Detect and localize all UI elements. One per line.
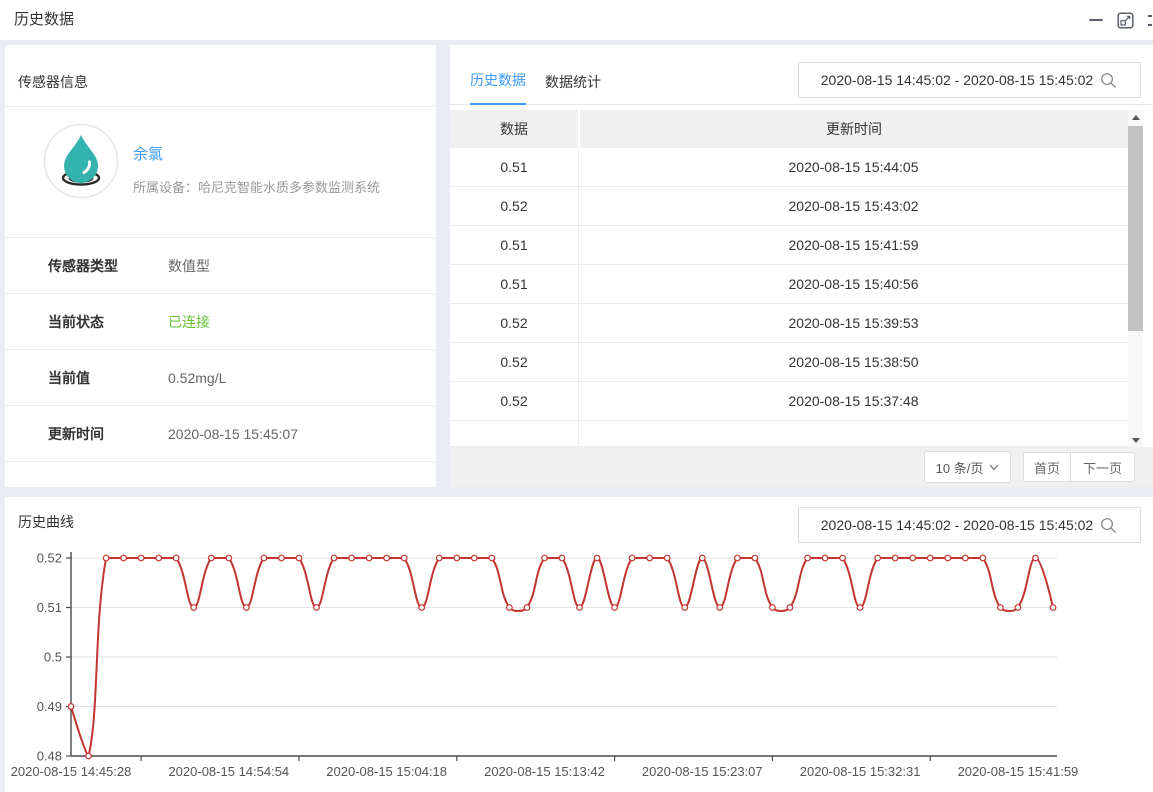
cell-data: 0.52: [450, 343, 579, 381]
history-data-panel: 历史数据 数据统计 2020-08-15 14:45:02 - 2020-08-…: [450, 45, 1153, 487]
svg-text:2020-08-15 15:04:18: 2020-08-15 15:04:18: [326, 764, 447, 779]
info-value: 2020-08-15 15:45:07: [168, 426, 298, 442]
sensor-profile: 余氯 所属设备：哈尼克智能水质多参数监测系统: [5, 107, 436, 238]
history-curve-chart[interactable]: 0.52 0.51 0.5 0.49 0.482020-08-15 14:45:28 20…: [5, 545, 1153, 792]
window-icon-partial[interactable]: [1148, 12, 1153, 29]
svg-text:0.48: 0.48: [37, 749, 62, 764]
tab-bar: 历史数据 数据统计 2020-08-15 14:45:02 - 2020-08-…: [450, 45, 1153, 105]
cell-time: 2020-08-15 15:40:56: [579, 265, 1128, 303]
history-table-body: 0.512020-08-15 15:44:050.522020-08-15 15…: [450, 148, 1153, 421]
window-title: 历史数据: [14, 0, 74, 40]
scrollbar-thumb[interactable]: [1128, 126, 1143, 331]
info-label: 传感器类型: [5, 256, 168, 276]
date-range-input[interactable]: 2020-08-15 14:45:02 - 2020-08-15 15:45:0…: [798, 507, 1141, 543]
cell-data: 0.52: [450, 187, 579, 225]
table-row[interactable]: 0.522020-08-15 15:38:50: [450, 343, 1128, 382]
cell-data: 0.51: [450, 148, 579, 186]
panel-title: 历史曲线: [18, 512, 74, 532]
window-controls: [1089, 0, 1153, 40]
cell-time: 2020-08-15 15:41:59: [579, 226, 1128, 264]
table-row[interactable]: 0.512020-08-15 15:44:05: [450, 148, 1128, 187]
cell-data: 0.52: [450, 304, 579, 342]
cell-time: 2020-08-15 15:44:05: [579, 148, 1128, 186]
svg-text:0.51: 0.51: [37, 600, 62, 615]
table-row[interactable]: 0.522020-08-15 15:37:48: [450, 382, 1128, 421]
info-label: 更新时间: [5, 424, 168, 444]
column-header-time: 更新时间: [580, 110, 1128, 148]
cell-time: 2020-08-15 15:38:50: [579, 343, 1128, 381]
pagination-buttons: 首页 下一页: [1023, 452, 1135, 482]
table-scrollbar[interactable]: [1128, 110, 1143, 447]
search-icon[interactable]: [1099, 71, 1118, 90]
cell-data: 0.51: [450, 265, 579, 303]
sensor-updated-row: 更新时间 2020-08-15 15:45:07: [5, 406, 436, 462]
minimize-icon[interactable]: [1089, 19, 1103, 21]
search-icon[interactable]: [1099, 516, 1118, 535]
date-range-value: 2020-08-15 14:45:02 - 2020-08-15 15:45:0…: [821, 72, 1093, 88]
cell-time: 2020-08-15 15:37:48: [579, 382, 1128, 420]
window-titlebar: 历史数据: [0, 0, 1153, 40]
history-curve-panel: 历史曲线 2020-08-15 14:45:02 - 2020-08-15 15…: [5, 497, 1153, 792]
svg-text:2020-08-15 15:23:07: 2020-08-15 15:23:07: [642, 764, 763, 779]
svg-text:0.5: 0.5: [44, 650, 62, 665]
column-header-data: 数据: [450, 110, 580, 148]
status-badge: 已连接: [168, 312, 210, 332]
date-range-value: 2020-08-15 14:45:02 - 2020-08-15 15:45:0…: [821, 517, 1093, 533]
table-row[interactable]: 0.522020-08-15 15:43:02: [450, 187, 1128, 226]
svg-text:2020-08-15 14:54:54: 2020-08-15 14:54:54: [168, 764, 289, 779]
svg-text:2020-08-15 15:13:42: 2020-08-15 15:13:42: [484, 764, 605, 779]
svg-text:0.49: 0.49: [37, 699, 62, 714]
svg-text:2020-08-15 14:45:28: 2020-08-15 14:45:28: [11, 764, 132, 779]
scroll-down-icon[interactable]: [1128, 433, 1143, 447]
panel-title: 传感器信息: [5, 45, 436, 107]
table-row[interactable]: 0.512020-08-15 15:41:59: [450, 226, 1128, 265]
next-page-button[interactable]: 下一页: [1070, 452, 1135, 482]
cell-time: 2020-08-15 15:43:02: [579, 187, 1128, 225]
cell-time: 2020-08-15 15:39:53: [579, 304, 1128, 342]
tab-history-data[interactable]: 历史数据: [470, 70, 526, 105]
water-drop-icon: [43, 123, 119, 202]
cell-data: 0.51: [450, 226, 579, 264]
history-table: 数据 更新时间 0.512020-08-15 15:44:050.522020-…: [450, 110, 1153, 447]
info-value: 数值型: [168, 256, 210, 276]
table-header: 数据 更新时间: [450, 110, 1128, 148]
info-label: 当前值: [5, 368, 168, 388]
table-row-partial: [450, 421, 1128, 447]
page-size-select[interactable]: 10 条/页: [924, 451, 1011, 483]
sensor-type-row: 传感器类型 数值型: [5, 238, 436, 294]
date-range-input[interactable]: 2020-08-15 14:45:02 - 2020-08-15 15:45:0…: [798, 62, 1141, 98]
svg-text:2020-08-15 15:32:31: 2020-08-15 15:32:31: [800, 764, 921, 779]
sensor-name[interactable]: 余氯: [133, 143, 163, 164]
svg-text:0.52: 0.52: [37, 551, 62, 566]
sensor-value-row: 当前值 0.52mg/L: [5, 350, 436, 406]
scroll-up-icon[interactable]: [1128, 110, 1143, 124]
table-footer: 10 条/页 首页 下一页: [450, 447, 1153, 487]
chevron-down-icon: [989, 464, 999, 471]
sensor-device: 所属设备：哈尼克智能水质多参数监测系统: [133, 177, 380, 196]
first-page-button[interactable]: 首页: [1023, 452, 1071, 482]
info-value: 0.52mg/L: [168, 370, 226, 386]
restore-icon[interactable]: [1117, 12, 1134, 29]
sensor-status-row: 当前状态 已连接: [5, 294, 436, 350]
table-row[interactable]: 0.522020-08-15 15:39:53: [450, 304, 1128, 343]
tab-data-statistics[interactable]: 数据统计: [545, 72, 601, 105]
table-row[interactable]: 0.512020-08-15 15:40:56: [450, 265, 1128, 304]
svg-text:2020-08-15 15:41:59: 2020-08-15 15:41:59: [958, 764, 1079, 779]
cell-data: 0.52: [450, 382, 579, 420]
info-label: 当前状态: [5, 312, 168, 332]
sensor-info-panel: 传感器信息 余氯 所属设备：哈尼克智能水质多参数监测系统 传感器类型 数值型 当…: [5, 45, 436, 487]
